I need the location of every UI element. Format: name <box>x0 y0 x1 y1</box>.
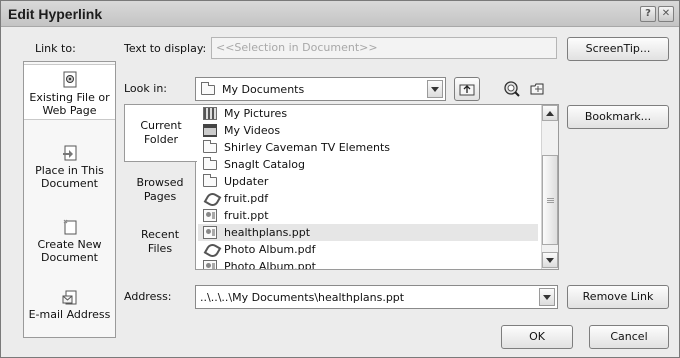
list-item[interactable]: SnagIt Catalog <box>198 156 538 173</box>
link-existing-file[interactable]: Existing File or Web Page <box>24 64 115 120</box>
tab-browsed-pages[interactable]: Browsed Pages <box>124 176 196 208</box>
browse-file-icon <box>529 83 547 101</box>
document-place-icon <box>61 144 79 162</box>
file-list-scrollbar[interactable] <box>541 105 558 269</box>
file-name: healthplans.ppt <box>224 226 311 239</box>
cancel-button[interactable]: Cancel <box>589 325 669 349</box>
up-folder-icon <box>459 84 475 99</box>
new-document-icon <box>61 218 79 236</box>
list-item[interactable]: Updater <box>198 173 538 190</box>
email-icon <box>61 288 79 306</box>
pdf-icon <box>203 192 218 205</box>
file-name: My Pictures <box>224 107 288 120</box>
dialog-title: Edit Hyperlink <box>8 6 103 22</box>
file-name: Photo Album.pdf <box>224 243 316 256</box>
tab-recent-files-line2: Files <box>147 242 173 255</box>
link-to-label: Link to: <box>35 42 76 55</box>
folder-icon <box>203 157 218 171</box>
ppt-icon <box>203 260 218 269</box>
address-label: Address: <box>124 290 172 303</box>
list-item[interactable]: My Pictures <box>198 105 538 122</box>
look-in-value: My Documents <box>222 83 305 96</box>
file-name: Shirley Caveman TV Elements <box>224 141 390 154</box>
bookmark-button[interactable]: Bookmark... <box>567 105 669 129</box>
list-item-selected[interactable]: healthplans.ppt <box>198 224 538 241</box>
link-place-in-document[interactable]: Place in This Document <box>24 144 115 194</box>
pictures-folder-icon <box>203 107 218 120</box>
file-list[interactable]: My Pictures My Videos Shirley Caveman TV… <box>195 104 559 270</box>
chevron-down-icon <box>546 257 554 263</box>
file-name: Updater <box>224 175 269 188</box>
tab-browsed-pages-line1: Browsed <box>136 176 184 189</box>
tab-recent-files-line1: Recent <box>140 228 180 241</box>
text-to-display-value: <<Selection in Document>> <box>216 41 378 54</box>
list-item[interactable]: Photo Album.pdf <box>198 241 538 258</box>
link-place-line1: Place in This <box>35 164 104 177</box>
link-create-line1: Create New <box>37 238 102 251</box>
ok-button[interactable]: OK <box>501 325 573 349</box>
link-email-address[interactable]: E-mail Address <box>24 288 115 324</box>
text-to-display-field[interactable]: <<Selection in Document>> <box>211 37 557 59</box>
link-create-new-document[interactable]: Create New Document <box>24 218 115 268</box>
text-to-display-label: Text to display: <box>124 42 207 55</box>
link-existing-file-line1: Existing File or <box>29 91 110 104</box>
pdf-icon <box>203 243 218 256</box>
tab-recent-files[interactable]: Recent Files <box>124 228 196 260</box>
tab-current-folder[interactable]: Current Folder <box>124 104 197 162</box>
file-name: fruit.pdf <box>224 192 269 205</box>
link-create-line2: Document <box>41 251 98 264</box>
link-place-line2: Document <box>41 177 98 190</box>
tab-current-folder-line2: Folder <box>144 133 178 146</box>
list-item[interactable]: Photo Album.ppt <box>198 258 538 270</box>
list-item[interactable]: fruit.pdf <box>198 190 538 207</box>
chevron-down-icon[interactable] <box>539 288 555 306</box>
link-email-line1: E-mail Address <box>28 308 111 321</box>
tab-browsed-pages-line2: Pages <box>143 190 177 203</box>
chevron-down-icon[interactable] <box>427 80 443 98</box>
file-name: Photo Album.ppt <box>224 260 316 270</box>
list-item[interactable]: My Videos <box>198 122 538 139</box>
globe-file-icon <box>61 71 79 89</box>
edit-hyperlink-dialog: Edit Hyperlink ? ✕ Link to: Text to disp… <box>0 0 680 358</box>
list-item[interactable]: fruit.ppt <box>198 207 538 224</box>
look-in-label: Look in: <box>124 82 167 95</box>
address-field[interactable]: ..\..\..\My Documents\healthplans.ppt <box>195 285 558 309</box>
browse-web-button[interactable] <box>501 77 523 101</box>
videos-folder-icon <box>203 124 218 137</box>
file-name: SnagIt Catalog <box>224 158 305 171</box>
close-button[interactable]: ✕ <box>658 6 674 22</box>
file-name: My Videos <box>224 124 281 137</box>
folder-icon <box>203 140 218 154</box>
help-button[interactable]: ? <box>640 6 656 22</box>
list-item[interactable]: Shirley Caveman TV Elements <box>198 139 538 156</box>
screentip-button[interactable]: ScreenTip... <box>567 37 669 61</box>
folder-icon <box>203 174 218 188</box>
browse-web-icon <box>503 81 521 101</box>
address-value: ..\..\..\My Documents\healthplans.ppt <box>200 291 405 304</box>
remove-link-button[interactable]: Remove Link <box>567 285 669 309</box>
scroll-down-button[interactable] <box>542 252 558 268</box>
look-in-dropdown[interactable]: My Documents <box>195 77 446 101</box>
tab-current-folder-line1: Current <box>140 119 182 132</box>
folder-icon <box>201 82 215 95</box>
file-name: fruit.ppt <box>224 209 269 222</box>
ppt-icon <box>203 226 218 239</box>
title-bar: Edit Hyperlink ? ✕ <box>1 1 679 27</box>
scroll-up-button[interactable] <box>542 105 558 121</box>
scroll-thumb[interactable] <box>542 155 558 245</box>
browse-file-button[interactable] <box>527 77 549 101</box>
chevron-up-icon <box>546 110 554 116</box>
ppt-icon <box>203 209 218 222</box>
link-existing-file-line2: Web Page <box>42 104 97 117</box>
side-tabs: Current Folder Browsed Pages Recent File… <box>124 104 197 270</box>
up-folder-button[interactable] <box>454 77 480 101</box>
link-to-bar: Existing File or Web Page Place in This … <box>23 61 116 338</box>
